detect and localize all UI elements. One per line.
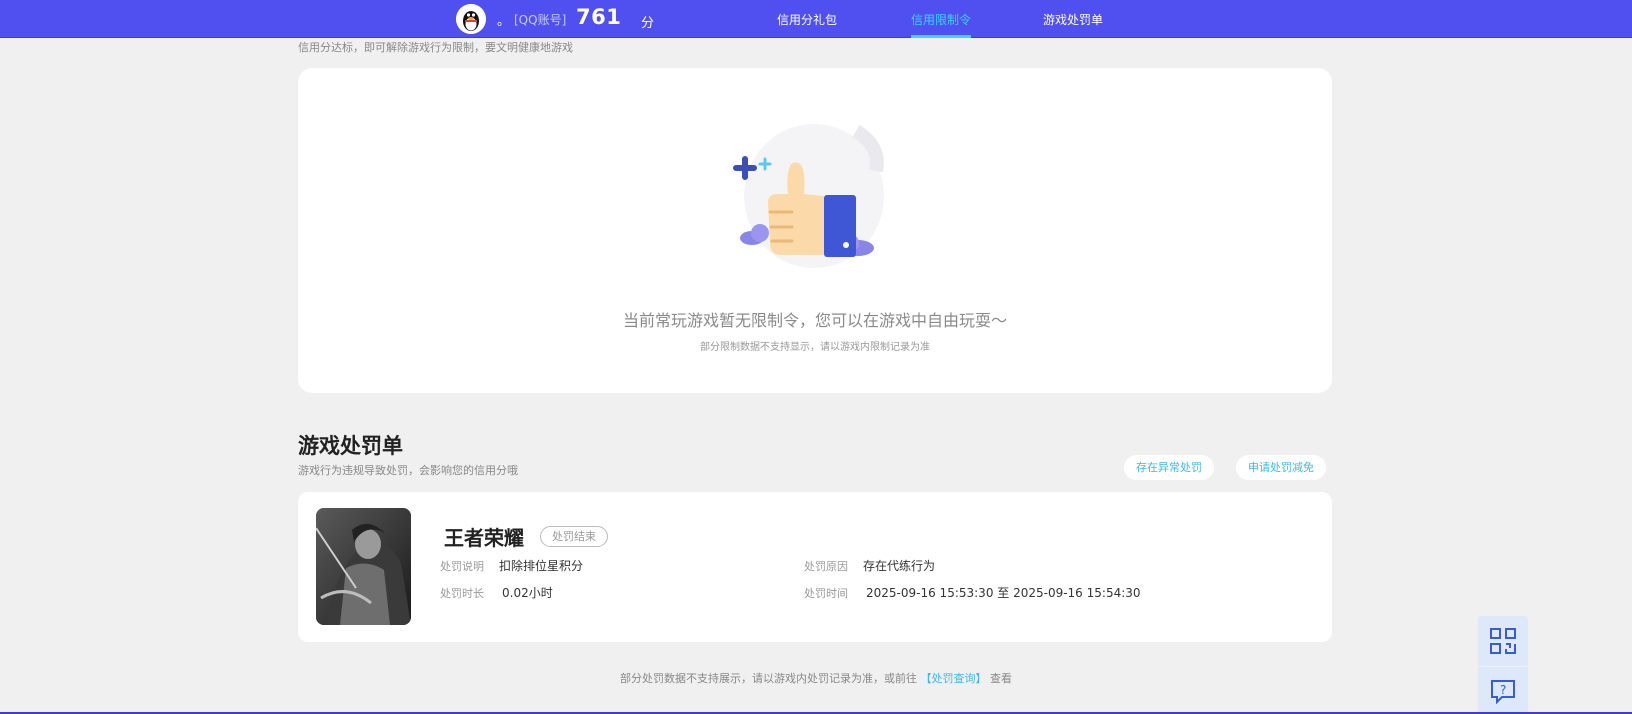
help-button[interactable]: ? bbox=[1478, 667, 1528, 714]
penalty-section-subtitle: 游戏行为违规导致处罚，会影响您的信用分哦 bbox=[298, 464, 518, 477]
nav-game-penalty[interactable]: 游戏处罚单 bbox=[1043, 11, 1103, 38]
abnormal-penalty-button[interactable]: 存在异常处罚 bbox=[1124, 455, 1214, 480]
credit-score: 761 bbox=[576, 5, 622, 29]
user-nickname: 。 bbox=[497, 14, 511, 29]
game-hero-art bbox=[316, 508, 411, 625]
empty-message: 当前常玩游戏暂无限制令，您可以在游戏中自由玩耍～ bbox=[622, 311, 1007, 330]
qr-code-button[interactable] bbox=[1478, 616, 1528, 666]
thumbs-up-icon bbox=[733, 124, 884, 268]
footer-note-prefix: 部分处罚数据不支持展示，请以游戏内处罚记录为准，或前往 bbox=[620, 672, 917, 685]
status-badge: 处罚结束 bbox=[540, 526, 608, 547]
penalty-reason-value: 存在代练行为 bbox=[863, 559, 936, 573]
penalty-query-link[interactable]: 【处罚查询】 bbox=[921, 672, 987, 685]
credit-score-unit: 分 bbox=[641, 16, 655, 31]
appeal-penalty-button[interactable]: 申请处罚减免 bbox=[1236, 455, 1326, 480]
penalty-reason-label: 处罚原因 bbox=[804, 560, 848, 573]
svg-text:?: ? bbox=[1500, 683, 1506, 697]
footer-note: 部分处罚数据不支持展示，请以游戏内处罚记录为准，或前往 【处罚查询】 查看 bbox=[0, 670, 1632, 686]
penalty-time-label: 处罚时间 bbox=[804, 587, 848, 600]
game-cover-image bbox=[316, 508, 411, 625]
penalty-card[interactable]: 王者荣耀 处罚结束 处罚说明 扣除排位星积分 处罚原因 存在代练行为 处罚时长 … bbox=[298, 492, 1332, 642]
top-bar: 。 [QQ账号] 761 分 信用分礼包 信用限制令 游戏处罚单 bbox=[0, 0, 1632, 38]
footer-note-suffix: 查看 bbox=[990, 672, 1012, 685]
penalty-duration-value: 0.02小时 bbox=[502, 586, 553, 600]
help-chat-icon: ? bbox=[1491, 679, 1515, 704]
qq-penguin-icon bbox=[456, 4, 486, 34]
penalty-section-title: 游戏处罚单 bbox=[298, 434, 403, 458]
penalty-desc-label: 处罚说明 bbox=[440, 560, 484, 573]
nav-credit-gift[interactable]: 信用分礼包 bbox=[777, 11, 837, 38]
qr-code-icon bbox=[1490, 628, 1516, 654]
restriction-empty-card: 当前常玩游戏暂无限制令，您可以在游戏中自由玩耍～ 部分限制数据不支持显示，请以游… bbox=[298, 68, 1332, 393]
avatar[interactable] bbox=[456, 4, 486, 34]
nav-credit-restriction[interactable]: 信用限制令 bbox=[911, 11, 972, 38]
restriction-subtitle: 信用分达标，即可解除游戏行为限制，要文明健康地游戏 bbox=[298, 41, 573, 54]
penalty-time-value: 2025-09-16 15:53:30 至 2025-09-16 15:54:3… bbox=[866, 586, 1141, 600]
penalty-desc-value: 扣除排位星积分 bbox=[499, 559, 584, 573]
game-name: 王者荣耀 bbox=[444, 526, 524, 550]
penalty-duration-label: 处罚时长 bbox=[440, 587, 484, 600]
empty-note: 部分限制数据不支持显示，请以游戏内限制记录为准 bbox=[700, 342, 930, 353]
account-type: [QQ账号] bbox=[514, 13, 567, 27]
